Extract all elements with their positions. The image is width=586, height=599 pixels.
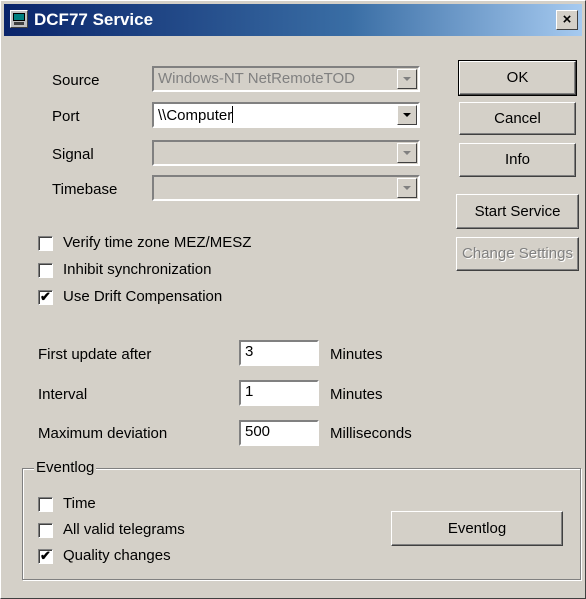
max-deviation-unit: Milliseconds bbox=[330, 425, 412, 442]
port-dropdown-button[interactable] bbox=[397, 105, 417, 125]
source-dropdown-button bbox=[397, 69, 417, 89]
eventlog-time-label: Time bbox=[63, 495, 96, 512]
port-combobox[interactable]: \\Computer bbox=[152, 102, 420, 128]
change-settings-button: Change Settings bbox=[456, 237, 579, 271]
source-value: Windows-NT NetRemoteTOD bbox=[158, 70, 355, 87]
interval-label: Interval bbox=[38, 386, 88, 403]
interval-input[interactable]: 1 bbox=[239, 380, 319, 406]
check-mark-icon: ✔ bbox=[40, 548, 51, 563]
eventlog-group-title: Eventlog bbox=[34, 459, 97, 476]
source-label: Source bbox=[52, 72, 100, 89]
eventlog-telegrams-label: All valid telegrams bbox=[63, 521, 185, 538]
drift-compensation-label: Use Drift Compensation bbox=[63, 288, 223, 305]
dcf77-service-dialog: DCF77 Service × Source Windows-NT NetRem… bbox=[0, 0, 586, 599]
first-update-input[interactable]: 3 bbox=[239, 340, 319, 366]
port-label: Port bbox=[52, 108, 80, 125]
signal-dropdown-button bbox=[397, 143, 417, 163]
ok-button[interactable]: OK bbox=[458, 60, 577, 96]
eventlog-telegrams-checkbox[interactable] bbox=[38, 523, 53, 538]
eventlog-time-checkbox[interactable] bbox=[38, 497, 53, 512]
inhibit-sync-checkbox[interactable] bbox=[38, 263, 53, 278]
first-update-unit: Minutes bbox=[330, 346, 383, 363]
eventlog-button[interactable]: Eventlog bbox=[391, 511, 563, 546]
close-button[interactable]: × bbox=[556, 10, 578, 30]
text-cursor bbox=[232, 106, 234, 123]
max-deviation-label: Maximum deviation bbox=[38, 425, 168, 442]
max-deviation-input[interactable]: 500 bbox=[239, 420, 319, 446]
timebase-label: Timebase bbox=[52, 181, 118, 198]
signal-combobox bbox=[152, 140, 420, 166]
clock-app-icon bbox=[10, 10, 28, 28]
info-button[interactable]: Info bbox=[459, 143, 576, 177]
cancel-button[interactable]: Cancel bbox=[459, 102, 576, 135]
chevron-down-icon bbox=[403, 77, 411, 81]
port-value: \\Computer bbox=[158, 107, 233, 124]
start-service-button[interactable]: Start Service bbox=[456, 194, 579, 229]
chevron-down-icon bbox=[403, 113, 411, 117]
title-bar: DCF77 Service × bbox=[4, 4, 582, 36]
chevron-down-icon bbox=[403, 151, 411, 155]
signal-label: Signal bbox=[52, 146, 94, 163]
chevron-down-icon bbox=[403, 186, 411, 190]
check-mark-icon: ✔ bbox=[40, 289, 51, 304]
window-title: DCF77 Service bbox=[34, 10, 154, 29]
first-update-label: First update after bbox=[38, 346, 152, 363]
drift-compensation-checkbox[interactable]: ✔ bbox=[38, 290, 53, 305]
port-value-wrapper: \\Computer bbox=[158, 106, 234, 124]
timebase-dropdown-button bbox=[397, 178, 417, 198]
eventlog-quality-label: Quality changes bbox=[63, 547, 171, 564]
verify-timezone-label: Verify time zone MEZ/MESZ bbox=[63, 234, 252, 251]
verify-timezone-checkbox[interactable] bbox=[38, 236, 53, 251]
inhibit-sync-label: Inhibit synchronization bbox=[63, 261, 212, 278]
interval-unit: Minutes bbox=[330, 386, 383, 403]
eventlog-quality-checkbox[interactable]: ✔ bbox=[38, 549, 53, 564]
source-combobox: Windows-NT NetRemoteTOD bbox=[152, 66, 420, 92]
timebase-combobox bbox=[152, 175, 420, 201]
